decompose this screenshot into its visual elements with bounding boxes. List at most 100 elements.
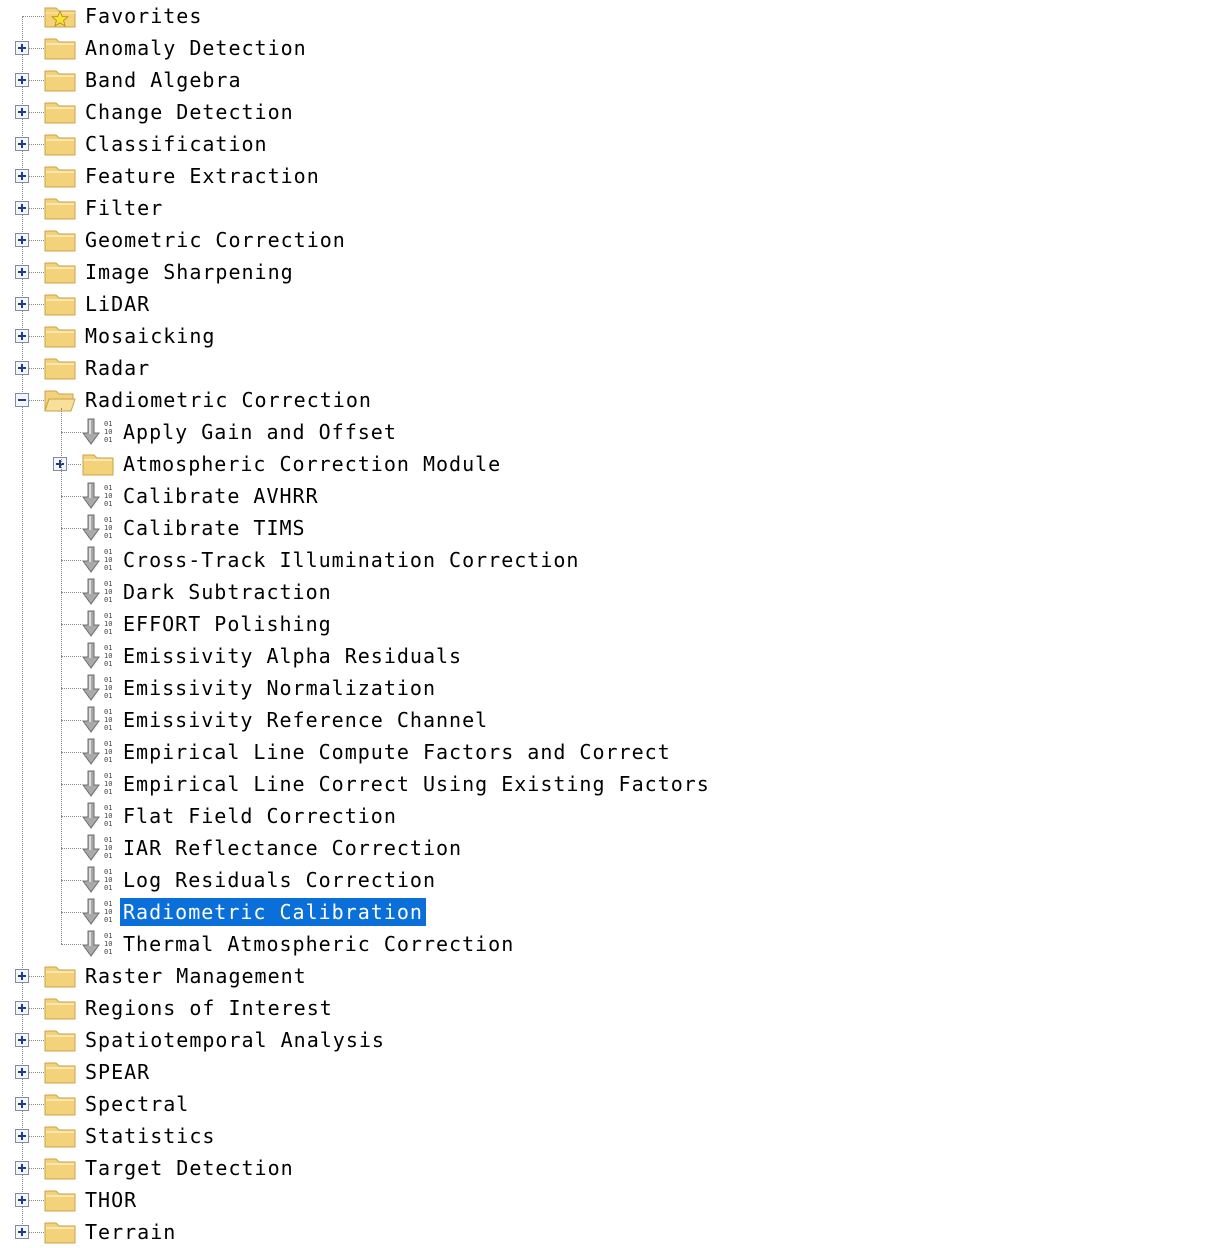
tree-item-tool[interactable]: 01 10 01 Emissivity Reference Channel bbox=[0, 704, 1220, 736]
tree-item-label: Calibrate TIMS bbox=[123, 516, 306, 540]
tree-connector bbox=[29, 336, 44, 337]
tree-item-tool[interactable]: 01 10 01 Log Residuals Correction bbox=[0, 864, 1220, 896]
expand-icon[interactable] bbox=[15, 361, 29, 375]
tree-item-tool[interactable]: 01 10 01 EFFORT Polishing bbox=[0, 608, 1220, 640]
svg-text:01: 01 bbox=[104, 484, 112, 492]
expand-icon[interactable] bbox=[15, 73, 29, 87]
tree-connector bbox=[22, 16, 44, 17]
tree-item-category[interactable]: Filter bbox=[0, 192, 1220, 224]
tree-item-label: Target Detection bbox=[85, 1156, 294, 1180]
tree-item-tool[interactable]: 01 10 01 Emissivity Alpha Residuals bbox=[0, 640, 1220, 672]
svg-text:01: 01 bbox=[104, 548, 112, 556]
tree-item-category[interactable]: THOR bbox=[0, 1184, 1220, 1216]
tree-item-category[interactable]: Image Sharpening bbox=[0, 256, 1220, 288]
tree-item-label: Spectral bbox=[85, 1092, 190, 1116]
tree-item-category[interactable]: Statistics bbox=[0, 1120, 1220, 1152]
tree-item-subfolder[interactable]: Atmospheric Correction Module bbox=[0, 448, 1220, 480]
svg-text:01: 01 bbox=[104, 724, 112, 732]
tree-item-category[interactable]: Raster Management bbox=[0, 960, 1220, 992]
tree-item-category[interactable]: Radiometric Correction bbox=[0, 384, 1220, 416]
folder-icon bbox=[44, 230, 76, 252]
tree-connector bbox=[61, 560, 81, 561]
svg-text:01: 01 bbox=[104, 756, 112, 764]
tree-item-category[interactable]: Change Detection bbox=[0, 96, 1220, 128]
tree-item-label: Band Algebra bbox=[85, 68, 242, 92]
tree-item-tool[interactable]: 01 10 01 Apply Gain and Offset bbox=[0, 416, 1220, 448]
collapse-icon[interactable] bbox=[15, 393, 29, 407]
tree-item-category[interactable]: Terrain bbox=[0, 1216, 1220, 1248]
folder-icon bbox=[44, 1094, 76, 1116]
tree-item-category[interactable]: Spectral bbox=[0, 1088, 1220, 1120]
tree-item-category[interactable]: Geometric Correction bbox=[0, 224, 1220, 256]
tree-item-category[interactable]: Classification bbox=[0, 128, 1220, 160]
tree-item-category[interactable]: Feature Extraction bbox=[0, 160, 1220, 192]
expand-icon[interactable] bbox=[15, 169, 29, 183]
tree-item-label: Flat Field Correction bbox=[123, 804, 397, 828]
tree-item-category[interactable]: LiDAR bbox=[0, 288, 1220, 320]
svg-text:01: 01 bbox=[104, 644, 112, 652]
svg-text:01: 01 bbox=[104, 660, 112, 668]
svg-text:10: 10 bbox=[104, 876, 112, 884]
expand-icon[interactable] bbox=[15, 297, 29, 311]
tree-connector bbox=[61, 784, 81, 785]
tree-item-tool[interactable]: 01 10 01 Cross-Track Illumination Correctio… bbox=[0, 544, 1220, 576]
svg-text:01: 01 bbox=[104, 692, 112, 700]
tree-item-label: Emissivity Normalization bbox=[123, 676, 436, 700]
tree-item-tool[interactable]: 01 10 01 Thermal Atmospheric Correction bbox=[0, 928, 1220, 960]
tree-item-category[interactable]: Anomaly Detection bbox=[0, 32, 1220, 64]
tree-item-tool[interactable]: 01 10 01 Calibrate AVHRR bbox=[0, 480, 1220, 512]
expand-icon[interactable] bbox=[15, 329, 29, 343]
tree-item-category[interactable]: Mosaicking bbox=[0, 320, 1220, 352]
svg-text:01: 01 bbox=[104, 900, 112, 908]
expand-icon[interactable] bbox=[53, 457, 67, 471]
svg-text:10: 10 bbox=[104, 588, 112, 596]
tree-item-tool[interactable]: 01 10 01 IAR Reflectance Correction bbox=[0, 832, 1220, 864]
tree-item-tool[interactable]: 01 10 01 Calibrate TIMS bbox=[0, 512, 1220, 544]
tree-item-tool[interactable]: 01 10 01 Emissivity Normalization bbox=[0, 672, 1220, 704]
tree-connector bbox=[61, 880, 81, 881]
expand-icon[interactable] bbox=[15, 1033, 29, 1047]
tree-connector bbox=[29, 1136, 44, 1137]
expand-icon[interactable] bbox=[15, 41, 29, 55]
svg-text:01: 01 bbox=[104, 932, 112, 940]
folder-icon bbox=[44, 166, 76, 188]
expand-icon[interactable] bbox=[15, 233, 29, 247]
tree-item-category[interactable]: Spatiotemporal Analysis bbox=[0, 1024, 1220, 1056]
expand-icon[interactable] bbox=[15, 265, 29, 279]
tree-item-tool[interactable]: 01 10 01 Dark Subtraction bbox=[0, 576, 1220, 608]
tree-item-tool[interactable]: 01 10 01 Empirical Line Compute Factors and… bbox=[0, 736, 1220, 768]
tree-connector bbox=[29, 80, 44, 81]
expand-icon[interactable] bbox=[15, 1193, 29, 1207]
tree-item-label: Empirical Line Correct Using Existing Fa… bbox=[123, 772, 710, 796]
expand-icon[interactable] bbox=[15, 201, 29, 215]
tree-item-label: IAR Reflectance Correction bbox=[123, 836, 463, 860]
expand-icon[interactable] bbox=[15, 137, 29, 151]
expand-icon[interactable] bbox=[15, 1161, 29, 1175]
folder-icon bbox=[44, 1222, 76, 1244]
tree-item-label: Cross-Track Illumination Correction bbox=[123, 548, 580, 572]
tree-item-tool[interactable]: 01 10 01 Flat Field Correction bbox=[0, 800, 1220, 832]
tool-icon: 011001 bbox=[82, 706, 112, 733]
expand-icon[interactable] bbox=[15, 969, 29, 983]
expand-icon[interactable] bbox=[15, 1065, 29, 1079]
tree-item-category[interactable]: Radar bbox=[0, 352, 1220, 384]
expand-icon[interactable] bbox=[15, 1001, 29, 1015]
tree-item-category[interactable]: Regions of Interest bbox=[0, 992, 1220, 1024]
tree-connector bbox=[29, 1104, 44, 1105]
expand-icon[interactable] bbox=[15, 105, 29, 119]
tree-connector bbox=[29, 112, 44, 113]
svg-text:10: 10 bbox=[104, 620, 112, 628]
tree-connector bbox=[29, 272, 44, 273]
tool-icon: 011001 bbox=[82, 610, 112, 637]
tree-item-tool[interactable]: 01 10 01 Radiometric Calibration bbox=[0, 896, 1220, 928]
tree-item-tool[interactable]: 01 10 01 Empirical Line Correct Using Exist… bbox=[0, 768, 1220, 800]
expand-icon[interactable] bbox=[15, 1225, 29, 1239]
expand-icon[interactable] bbox=[15, 1129, 29, 1143]
folder-icon bbox=[44, 70, 76, 92]
tool-icon: 011001 bbox=[82, 482, 112, 509]
expand-icon[interactable] bbox=[15, 1097, 29, 1111]
tree-item-favorites[interactable]: Favorites bbox=[0, 0, 1220, 32]
tree-item-category[interactable]: Target Detection bbox=[0, 1152, 1220, 1184]
tree-item-category[interactable]: Band Algebra bbox=[0, 64, 1220, 96]
tree-item-category[interactable]: SPEAR bbox=[0, 1056, 1220, 1088]
